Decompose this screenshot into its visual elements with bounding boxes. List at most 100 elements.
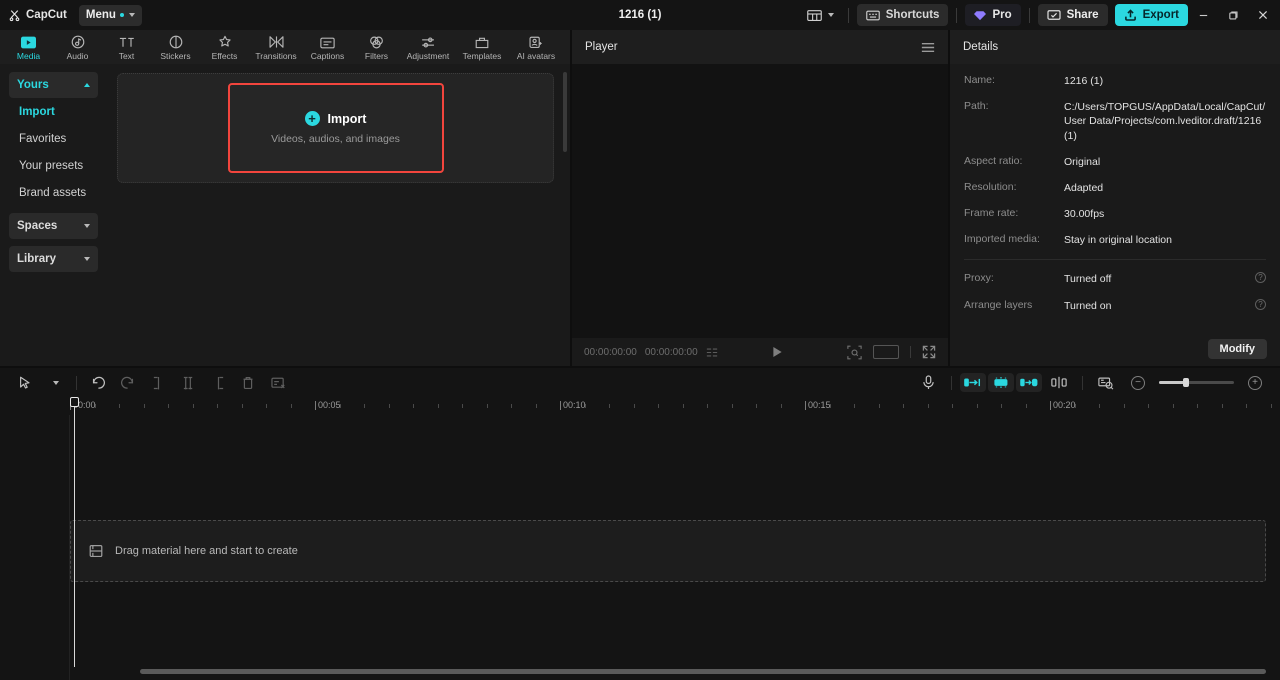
tab-captions[interactable]: Captions	[303, 30, 352, 64]
import-button[interactable]: + Import Videos, audios, and images	[227, 83, 444, 173]
media-content-area: + Import Videos, audios, and images	[107, 64, 570, 366]
sidebar-item-import[interactable]: Import	[9, 99, 98, 125]
timeline-horizontal-scrollbar[interactable]	[140, 669, 1266, 674]
tab-adjustment[interactable]: Adjustment	[401, 30, 455, 64]
split-marker-button[interactable]	[1044, 371, 1074, 395]
details-key: Frame rate:	[964, 207, 1019, 220]
ruler-tick-minor	[1123, 404, 1125, 408]
share-button[interactable]: Share	[1037, 4, 1108, 26]
tab-label: Captions	[310, 50, 345, 61]
quality-icon[interactable]	[847, 345, 862, 360]
auto-cut-button[interactable]	[960, 373, 986, 392]
close-button[interactable]	[1248, 0, 1278, 30]
zoom-slider-knob[interactable]	[1183, 378, 1189, 387]
sidebar-item-your-presets[interactable]: Your presets	[9, 153, 98, 179]
current-time: 00:00:00:00	[584, 346, 637, 358]
menu-button[interactable]: Menu	[78, 4, 142, 26]
tab-stickers[interactable]: Stickers	[151, 30, 200, 64]
ruler-tick-minor	[413, 404, 414, 408]
track-area[interactable]: Drag material here and start to create	[70, 397, 1280, 680]
play-button[interactable]	[772, 346, 783, 358]
track-gutter	[0, 415, 70, 680]
divider	[1028, 7, 1030, 23]
split-button[interactable]	[143, 371, 173, 395]
info-icon[interactable]: ?	[1255, 272, 1266, 284]
divider	[847, 7, 849, 23]
delete-button[interactable]	[233, 371, 263, 395]
timeline-ruler[interactable]: 00:00 00:05 00:10 00:15 00:20	[0, 397, 1280, 415]
share-icon	[1047, 9, 1061, 21]
details-value: Original	[1064, 155, 1101, 168]
media-dropzone[interactable]: + Import Videos, audios, and images	[117, 73, 554, 183]
crop-button[interactable]	[263, 371, 293, 395]
media-scrollbar[interactable]	[563, 72, 567, 152]
details-value: C:/Users/TOPGUS/AppData/Local/CapCut/Use…	[1064, 101, 1266, 142]
timecode-mode-icon[interactable]	[706, 347, 718, 358]
ruler-tick-minor	[1001, 404, 1002, 408]
record-voiceover-button[interactable]	[913, 371, 943, 395]
tab-label: Text	[118, 50, 135, 61]
media-panel: Media Audio Text Stickers Effects Transi…	[0, 30, 570, 366]
timeline-dropzone[interactable]: Drag material here and start to create	[70, 520, 1266, 582]
tab-media[interactable]: Media	[4, 30, 53, 64]
zoom-out-button[interactable]: −	[1123, 371, 1153, 395]
ruler-tick-minor	[511, 404, 512, 408]
sidebar-item-brand-assets[interactable]: Brand assets	[9, 180, 98, 206]
chevron-down-icon	[128, 13, 135, 17]
ruler-label: 00:15	[808, 400, 831, 410]
divider	[910, 346, 911, 358]
modify-button[interactable]: Modify	[1207, 339, 1267, 359]
player-header: Player	[572, 30, 948, 64]
preview-thumbnail-button[interactable]	[1091, 371, 1121, 395]
tab-transitions[interactable]: Transitions	[249, 30, 303, 64]
ruler-tick-minor	[682, 404, 684, 408]
chevron-down-icon	[53, 380, 59, 385]
playhead[interactable]	[70, 397, 79, 667]
tab-label: AI avatars	[516, 50, 556, 61]
auto-reframe-button[interactable]	[1016, 373, 1042, 392]
select-dropdown[interactable]	[40, 371, 70, 395]
tab-ai-avatars[interactable]: AI avatars	[509, 30, 563, 64]
auto-highlight-button[interactable]	[988, 373, 1014, 392]
sidebar-item-favorites[interactable]: Favorites	[9, 126, 98, 152]
zoom-in-button[interactable]: +	[1240, 371, 1270, 395]
layout-icon	[806, 9, 822, 22]
playhead-handle[interactable]	[70, 397, 79, 407]
ruler-tick-minor	[609, 404, 610, 408]
sidebar-item-spaces[interactable]: Spaces	[9, 213, 98, 239]
tab-filters[interactable]: Filters	[352, 30, 401, 64]
hamburger-icon[interactable]	[921, 42, 935, 53]
ruler-tick-minor	[388, 404, 390, 408]
tab-audio[interactable]: Audio	[53, 30, 102, 64]
divider	[964, 259, 1266, 261]
details-key: Resolution:	[964, 180, 1017, 193]
timeline-panel: − + 00:00 00:05 00:10 00:15 00:20 Drag m…	[0, 366, 1280, 680]
export-button[interactable]: Export	[1114, 4, 1188, 26]
minimize-button[interactable]	[1188, 0, 1218, 30]
layout-switch-button[interactable]	[801, 6, 840, 25]
shortcuts-button[interactable]: Shortcuts	[856, 4, 949, 26]
redo-button[interactable]	[113, 371, 143, 395]
player-canvas[interactable]	[572, 64, 948, 338]
ruler-tick-minor	[535, 404, 537, 408]
select-tool[interactable]	[10, 371, 40, 395]
trim-left-button[interactable]	[173, 371, 203, 395]
capcut-logo-icon	[8, 9, 21, 22]
tab-text[interactable]: Text	[102, 30, 151, 64]
pro-button[interactable]: Pro	[965, 4, 1021, 26]
sidebar-item-yours[interactable]: Yours	[9, 72, 98, 98]
zoom-out-icon: −	[1131, 375, 1145, 390]
trim-right-button[interactable]	[203, 371, 233, 395]
zoom-slider[interactable]	[1159, 378, 1234, 387]
info-icon[interactable]: ?	[1255, 298, 1266, 310]
player-title: Player	[585, 41, 618, 53]
undo-button[interactable]	[83, 371, 113, 395]
tab-templates[interactable]: Templates	[455, 30, 509, 64]
media-sidebar: Yours Import Favorites Your presets Bran…	[0, 64, 107, 366]
sidebar-item-library[interactable]: Library	[9, 246, 98, 272]
maximize-button[interactable]	[1218, 0, 1248, 30]
aspect-ratio-icon[interactable]	[873, 345, 899, 359]
divider	[951, 375, 952, 390]
tab-effects[interactable]: Effects	[200, 30, 249, 64]
fullscreen-icon[interactable]	[922, 345, 936, 359]
